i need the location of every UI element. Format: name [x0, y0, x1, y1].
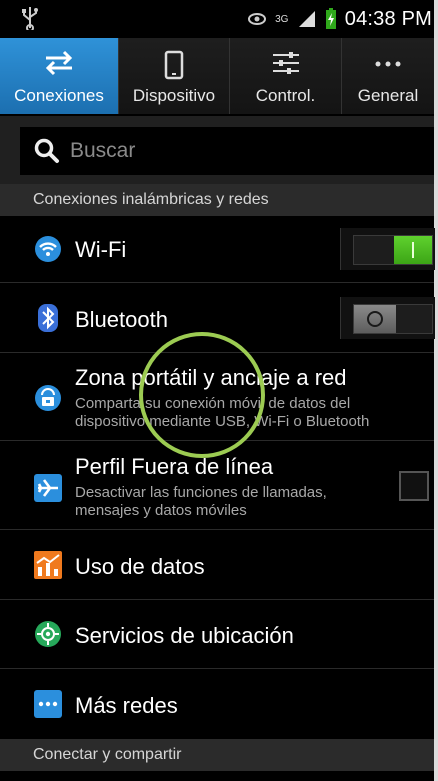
category-tabs: Conexiones Dispositivo Control. General: [0, 38, 434, 116]
bluetooth-row[interactable]: Bluetooth: [0, 283, 435, 353]
bluetooth-toggle[interactable]: [353, 304, 433, 334]
airplane-title: Perfil Fuera de línea: [75, 454, 274, 479]
status-bar: 3G 04:38 PM: [0, 0, 434, 38]
bluetooth-icon: [38, 304, 58, 332]
arrows-swap-icon: [45, 50, 73, 76]
battery-charging-icon: [325, 8, 336, 29]
airplane-icon: [34, 474, 62, 502]
usb-icon: [22, 7, 38, 30]
tab-conexiones[interactable]: Conexiones: [0, 38, 118, 114]
wifi-row[interactable]: Wi-Fi: [0, 216, 435, 283]
tab-general[interactable]: General: [342, 38, 434, 114]
airplane-row[interactable]: Perfil Fuera de línea Desactivar las fun…: [0, 441, 434, 530]
status-icons: 3G 04:38 PM: [247, 6, 432, 32]
hotspot-subtitle: Comparta su conexión móvil de datos del …: [75, 395, 370, 430]
airplane-checkbox[interactable]: [399, 471, 429, 501]
eye-icon: [247, 13, 266, 25]
tab-label: General: [357, 86, 419, 105]
section-title: Conectar y compartir: [33, 746, 182, 763]
wifi-toggle-area: [340, 228, 435, 270]
location-row[interactable]: Servicios de ubicación: [0, 600, 434, 669]
more-networks-title: Más redes: [75, 693, 178, 718]
airplane-subtitle: Desactivar las funciones de llamadas, me…: [75, 484, 327, 519]
phone-icon: [164, 50, 184, 80]
wifi-icon: [35, 236, 61, 262]
search-input[interactable]: Buscar: [20, 127, 434, 175]
toggle-knob-off: [354, 305, 396, 333]
tab-label: Conexiones: [14, 86, 104, 105]
bluetooth-title: Bluetooth: [75, 307, 168, 332]
search-bar: Buscar: [0, 116, 434, 184]
location-icon: [35, 621, 61, 647]
wifi-title: Wi-Fi: [75, 237, 127, 262]
more-networks-row[interactable]: Más redes: [0, 669, 434, 739]
search-placeholder: Buscar: [70, 139, 136, 162]
hotspot-icon: [35, 385, 61, 411]
section-header-wireless: Conexiones inalámbricas y redes: [0, 184, 434, 216]
tab-control[interactable]: Control.: [230, 38, 341, 114]
location-title: Servicios de ubicación: [75, 623, 294, 648]
tab-dispositivo[interactable]: Dispositivo: [119, 38, 229, 114]
wifi-toggle[interactable]: [353, 235, 433, 265]
signal-icon: [298, 11, 315, 27]
hotspot-row[interactable]: Zona portátil y anclaje a red Comparta s…: [0, 353, 434, 441]
data-usage-row[interactable]: Uso de datos: [0, 530, 434, 600]
section-title: Conexiones inalámbricas y redes: [33, 191, 269, 208]
section-header-connect: Conectar y compartir: [0, 739, 434, 771]
more-networks-icon: [34, 690, 62, 718]
bluetooth-toggle-area: [340, 297, 435, 339]
network-type: 3G: [275, 13, 289, 25]
data-usage-title: Uso de datos: [75, 554, 205, 579]
search-icon: [34, 138, 59, 163]
tab-label: Control.: [255, 86, 316, 105]
chart-icon: [34, 551, 62, 579]
toggle-knob-on: [394, 236, 432, 264]
more-icon: [375, 61, 401, 67]
clock: 04:38 PM: [344, 7, 432, 30]
tab-label: Dispositivo: [132, 86, 216, 105]
settings-screen: 3G 04:38 PM Conexiones Dispositivo Contr…: [0, 0, 438, 781]
hotspot-title: Zona portátil y anclaje a red: [75, 365, 347, 390]
sliders-icon: [272, 52, 299, 74]
